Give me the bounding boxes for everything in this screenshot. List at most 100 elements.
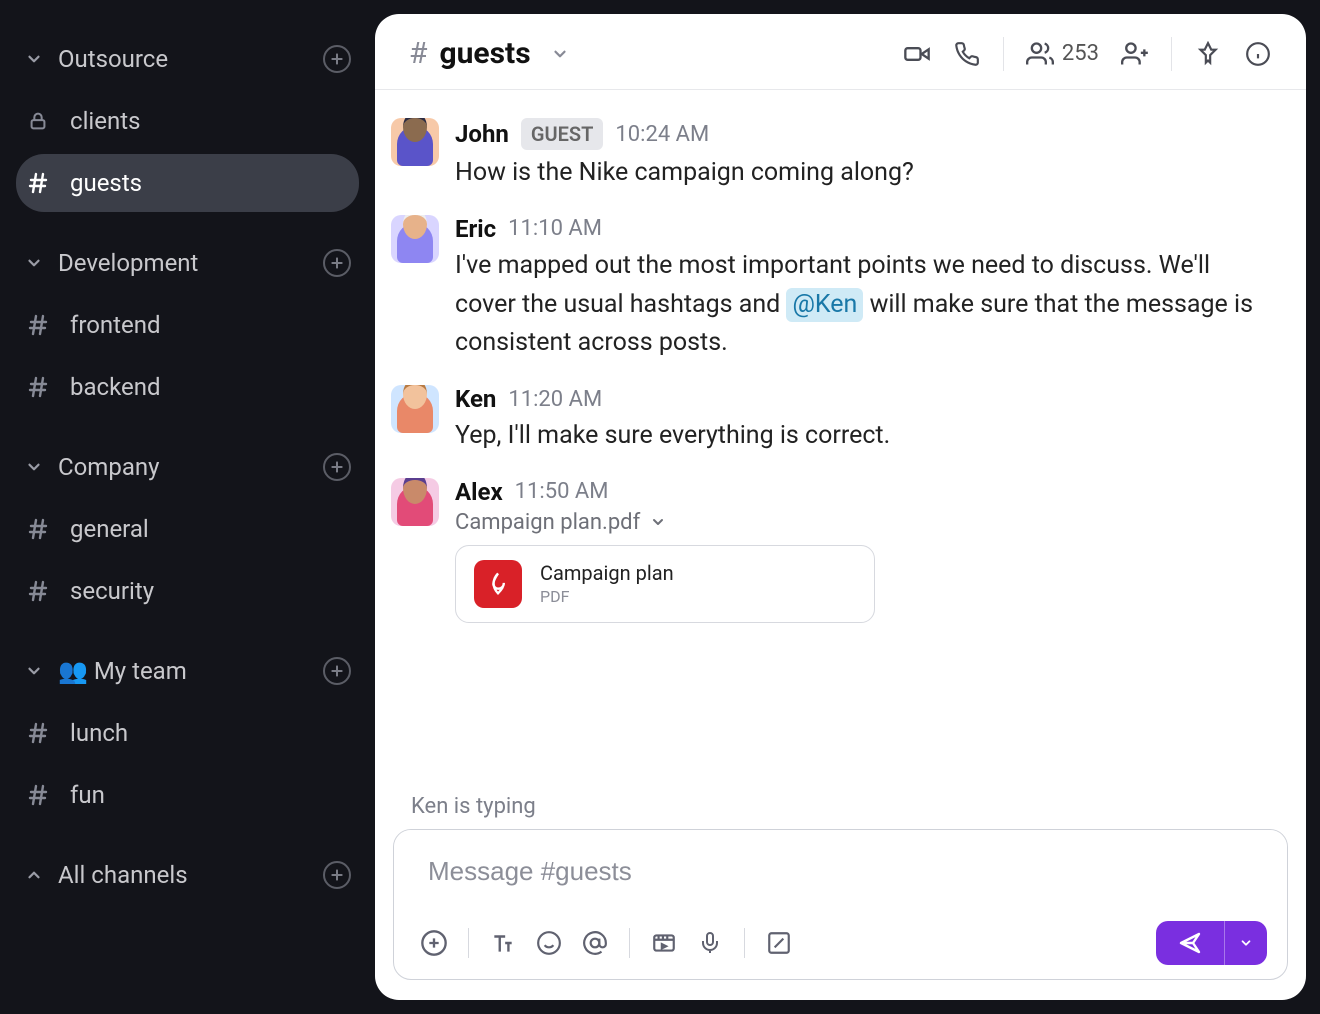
message-time: 11:50 AM: [515, 479, 609, 504]
hash-icon: [24, 721, 52, 745]
hash-icon: [24, 783, 52, 807]
attachment-name: Campaign plan: [540, 561, 674, 585]
message-author[interactable]: John: [455, 120, 509, 148]
message-input[interactable]: [394, 830, 1287, 911]
message-time: 11:20 AM: [508, 387, 602, 412]
attachment-card[interactable]: Campaign plan PDF: [455, 545, 875, 623]
section-title: Development: [58, 249, 309, 277]
section-header-outsource[interactable]: Outsource: [16, 30, 359, 88]
avatar[interactable]: [391, 478, 439, 526]
channel-label: backend: [70, 373, 161, 401]
shortcut-icon[interactable]: [759, 923, 799, 963]
channel-label: security: [70, 577, 154, 605]
hash-icon: [24, 375, 52, 399]
member-count-value: 253: [1062, 41, 1099, 66]
pdf-icon: [474, 560, 522, 608]
messages-list: John GUEST 10:24 AM How is the Nike camp…: [375, 90, 1306, 794]
message-author[interactable]: Eric: [455, 215, 496, 243]
channel-label: fun: [70, 781, 105, 809]
text-format-icon[interactable]: [483, 923, 523, 963]
chevron-down-icon: [24, 661, 44, 681]
chevron-down-icon: [24, 253, 44, 273]
channel-general[interactable]: general: [16, 500, 359, 558]
chevron-down-icon: [24, 49, 44, 69]
emoji-icon[interactable]: [529, 923, 569, 963]
channel-label: guests: [70, 169, 142, 197]
mention-icon[interactable]: [575, 923, 615, 963]
channel-backend[interactable]: backend: [16, 358, 359, 416]
message-composer: [393, 829, 1288, 980]
channel-guests[interactable]: guests: [16, 154, 359, 212]
message-time: 11:10 AM: [508, 216, 602, 241]
channel-security[interactable]: security: [16, 562, 359, 620]
section-header-development[interactable]: Development: [16, 234, 359, 292]
chevron-down-icon[interactable]: [551, 45, 569, 63]
message-text: How is the Nike campaign coming along?: [455, 154, 1272, 193]
avatar[interactable]: [391, 215, 439, 263]
video-clip-icon[interactable]: [644, 923, 684, 963]
mention[interactable]: @Ken: [786, 288, 863, 322]
guest-badge: GUEST: [521, 118, 604, 150]
info-icon[interactable]: [1244, 40, 1272, 68]
channel-label: general: [70, 515, 149, 543]
all-channels-label: All channels: [58, 861, 309, 889]
section-header-company[interactable]: Company: [16, 438, 359, 496]
divider: [1171, 37, 1172, 71]
message-text: Yep, I'll make sure everything is correc…: [455, 417, 1272, 456]
send-icon[interactable]: [1156, 921, 1224, 965]
section-header-myteam[interactable]: 👥 My team: [16, 642, 359, 700]
channel-label: frontend: [70, 311, 161, 339]
attachment-toggle[interactable]: Campaign plan.pdf: [455, 510, 1272, 535]
add-channel-icon[interactable]: [323, 861, 351, 889]
attachment-type: PDF: [540, 587, 674, 606]
section-title: 👥 My team: [58, 657, 309, 685]
message-author[interactable]: Alex: [455, 478, 503, 506]
add-member-icon[interactable]: [1121, 40, 1149, 68]
add-channel-icon[interactable]: [323, 453, 351, 481]
sidebar: Outsource clients guests Development fro…: [0, 0, 375, 1014]
video-call-icon[interactable]: [903, 40, 931, 68]
message-text: I've mapped out the most important point…: [455, 247, 1272, 363]
add-channel-icon[interactable]: [323, 657, 351, 685]
channel-clients[interactable]: clients: [16, 92, 359, 150]
channel-title[interactable]: guests: [439, 36, 530, 71]
send-button[interactable]: [1156, 921, 1267, 965]
channel-fun[interactable]: fun: [16, 766, 359, 824]
message-author[interactable]: Ken: [455, 385, 496, 413]
header-actions: 253: [903, 37, 1272, 71]
channel-frontend[interactable]: frontend: [16, 296, 359, 354]
add-channel-icon[interactable]: [323, 45, 351, 73]
channel-label: lunch: [70, 719, 128, 747]
message: Ken 11:20 AM Yep, I'll make sure everyth…: [391, 377, 1272, 470]
chat-header: # guests 253: [375, 14, 1306, 90]
attachment-title: Campaign plan.pdf: [455, 510, 640, 535]
channel-label: clients: [70, 107, 140, 135]
chat-panel: # guests 253: [375, 14, 1306, 1000]
hash-icon: [24, 313, 52, 337]
section-title: Outsource: [58, 45, 309, 73]
channel-lunch[interactable]: lunch: [16, 704, 359, 762]
message: Eric 11:10 AM I've mapped out the most i…: [391, 207, 1272, 377]
message: Alex 11:50 AM Campaign plan.pdf Campaign…: [391, 470, 1272, 637]
message-time: 10:24 AM: [615, 122, 709, 147]
add-attachment-icon[interactable]: [414, 923, 454, 963]
phone-call-icon[interactable]: [953, 40, 981, 68]
pin-icon[interactable]: [1194, 40, 1222, 68]
member-count[interactable]: 253: [1026, 40, 1099, 68]
add-channel-icon[interactable]: [323, 249, 351, 277]
hash-icon: [24, 517, 52, 541]
avatar[interactable]: [391, 118, 439, 166]
message: John GUEST 10:24 AM How is the Nike camp…: [391, 110, 1272, 207]
hash-icon: #: [409, 36, 427, 71]
chevron-up-icon: [24, 865, 44, 885]
avatar[interactable]: [391, 385, 439, 433]
chevron-down-icon: [650, 514, 666, 530]
send-options-icon[interactable]: [1224, 921, 1267, 965]
chevron-down-icon: [24, 457, 44, 477]
all-channels[interactable]: All channels: [16, 846, 359, 904]
lock-icon: [24, 110, 52, 132]
microphone-icon[interactable]: [690, 923, 730, 963]
section-title: Company: [58, 453, 309, 481]
composer-toolbar: [394, 911, 1287, 979]
typing-indicator: Ken is typing: [375, 794, 1306, 829]
